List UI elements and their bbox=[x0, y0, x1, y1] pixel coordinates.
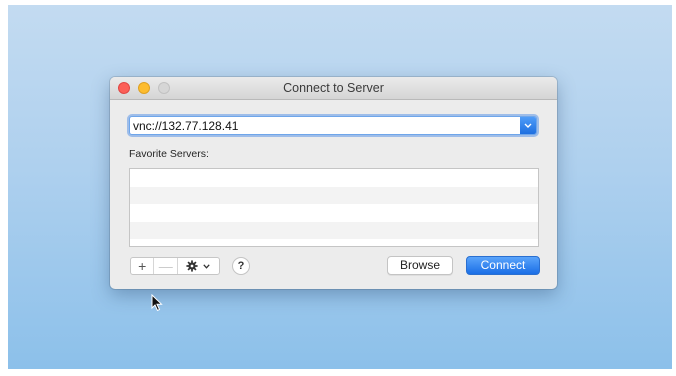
gear-icon bbox=[186, 260, 198, 272]
help-button[interactable]: ? bbox=[232, 257, 250, 275]
list-item[interactable] bbox=[130, 221, 538, 239]
list-item[interactable] bbox=[130, 239, 538, 246]
window-title: Connect to Server bbox=[283, 81, 384, 95]
chevron-down-icon bbox=[524, 123, 532, 128]
title-bar[interactable]: Connect to Server bbox=[110, 77, 557, 100]
remove-favorite-button[interactable]: — bbox=[154, 258, 178, 274]
connect-button[interactable]: Connect bbox=[466, 256, 540, 275]
add-favorite-button[interactable]: + bbox=[131, 258, 155, 274]
favorite-servers-label: Favorite Servers: bbox=[129, 148, 209, 160]
favorite-servers-list[interactable] bbox=[129, 168, 539, 247]
list-item[interactable] bbox=[130, 169, 538, 187]
favorites-segmented-control: + — bbox=[130, 257, 220, 275]
browse-button[interactable]: Browse bbox=[387, 256, 453, 275]
list-item[interactable] bbox=[130, 186, 538, 204]
server-address-input[interactable] bbox=[133, 118, 518, 133]
desktop-background: Connect to Server Favorite Servers: bbox=[8, 5, 672, 369]
list-item[interactable] bbox=[130, 204, 538, 222]
chevron-down-icon bbox=[203, 264, 210, 269]
recent-servers-dropdown[interactable] bbox=[520, 117, 536, 134]
action-menu-button[interactable] bbox=[178, 258, 219, 274]
screen: Connect to Server Favorite Servers: bbox=[0, 0, 676, 376]
server-address-combobox[interactable] bbox=[129, 116, 537, 135]
mouse-pointer-icon bbox=[151, 294, 163, 312]
connect-to-server-window: Connect to Server Favorite Servers: bbox=[110, 77, 557, 289]
